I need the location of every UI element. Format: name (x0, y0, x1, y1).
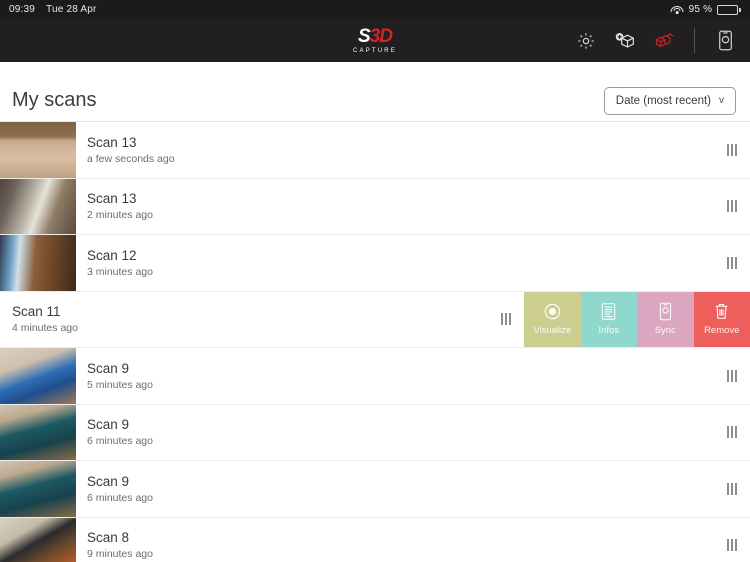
scan-thumbnail[interactable] (0, 178, 76, 234)
scan-title: Scan 9 (87, 417, 130, 433)
scan-row-body: Scan 9 5 minutes ago (76, 348, 714, 404)
logo-3d-text: 3D (369, 26, 393, 47)
logo-s-text: S (358, 26, 371, 47)
add-3d-object-icon[interactable] (614, 30, 636, 52)
scan-row[interactable]: Scan 9 5 minutes ago (0, 348, 750, 405)
swipe-action-visualize-button[interactable]: Visualize (524, 291, 581, 347)
page-header: My scans Date (most recent) v (0, 80, 750, 122)
scan-timestamp: 6 minutes ago (87, 491, 153, 504)
chevron-down-icon: v (719, 95, 724, 106)
drag-handle-icon (727, 426, 737, 439)
drag-handle-icon (727, 482, 737, 495)
scan-stack-icon[interactable] (653, 30, 675, 52)
scan-row[interactable]: Scan 12 3 minutes ago (0, 235, 750, 292)
swipe-action-label: Remove (704, 325, 740, 337)
row-drag-handle[interactable] (714, 348, 750, 404)
status-bar: 09:39 Tue 28 Apr 95 % (0, 0, 750, 19)
scan-row-body: Scan 8 9 minutes ago (76, 518, 714, 562)
row-drag-handle[interactable] (714, 518, 750, 562)
drag-handle-icon (727, 143, 737, 156)
status-bar-right: 95 % (670, 4, 741, 15)
scan-row[interactable]: Scan 9 6 minutes ago (0, 404, 750, 461)
row-drag-handle[interactable] (714, 179, 750, 235)
scan-thumbnail[interactable] (0, 122, 76, 178)
scan-list: Scan 13 a few seconds ago Scan 13 2 minutes… (0, 122, 750, 562)
row-drag-handle[interactable] (488, 292, 524, 348)
scan-timestamp: 4 minutes ago (12, 322, 78, 335)
scan-row[interactable]: Scan 11 4 minutes ago Visualize Infos Sync Re… (0, 291, 750, 348)
swipe-action-label: Infos (598, 325, 620, 337)
infos-document-icon (599, 302, 618, 321)
scan-timestamp: 3 minutes ago (87, 265, 153, 278)
scan-timestamp: 5 minutes ago (87, 378, 153, 391)
scan-title: Scan 9 (87, 360, 130, 376)
page-title: My scans (12, 89, 97, 111)
scan-row-body: Scan 13 a few seconds ago (76, 122, 714, 178)
status-time: 09:39 (9, 4, 36, 15)
scan-thumbnail[interactable] (0, 348, 76, 404)
logo-subtitle: CAPTURE (352, 48, 398, 54)
row-drag-handle[interactable] (714, 405, 750, 461)
drag-handle-icon (727, 256, 737, 269)
scan-row-body: Scan 13 2 minutes ago (76, 179, 714, 235)
row-drag-handle[interactable] (714, 235, 750, 291)
swipe-action-sync-button[interactable]: Sync (637, 291, 694, 347)
device-phone-icon[interactable] (714, 30, 736, 52)
app-bar: S 3D CAPTURE (0, 19, 750, 62)
scan-timestamp: 6 minutes ago (87, 435, 153, 448)
swipe-action-infos-button[interactable]: Infos (580, 291, 637, 347)
scan-title: Scan 12 (87, 247, 137, 263)
sync-phone-icon (656, 302, 675, 321)
scan-title: Scan 8 (87, 530, 130, 546)
drag-handle-icon (727, 539, 737, 552)
scan-row[interactable]: Scan 8 9 minutes ago (0, 517, 750, 562)
scan-row-body: Scan 11 4 minutes ago (0, 292, 250, 348)
settings-gear-icon[interactable] (575, 30, 597, 52)
swipe-spacer (250, 292, 488, 348)
drag-handle-icon (501, 313, 511, 326)
remove-trash-icon (712, 302, 731, 321)
row-drag-handle[interactable] (714, 122, 750, 178)
swipe-action-label: Visualize (533, 325, 572, 337)
scan-row-body: Scan 12 3 minutes ago (76, 235, 714, 291)
scan-thumbnail[interactable] (0, 404, 76, 460)
battery-percent-label: 95 % (688, 4, 713, 15)
scan-row-body: Scan 9 6 minutes ago (76, 405, 714, 461)
scan-thumbnail[interactable] (0, 461, 76, 517)
scan-title: Scan 11 (12, 304, 61, 320)
scan-thumbnail[interactable] (0, 517, 76, 562)
row-drag-handle[interactable] (714, 461, 750, 517)
sort-dropdown[interactable]: Date (most recent) v (603, 86, 736, 115)
status-date: Tue 28 Apr (46, 4, 97, 15)
scan-row[interactable]: Scan 9 6 minutes ago (0, 461, 750, 518)
visualize-circle-icon (543, 302, 562, 321)
scan-row-body: Scan 9 6 minutes ago (76, 461, 714, 517)
scan-title: Scan 9 (87, 473, 130, 489)
sort-dropdown-value: Date (most recent) (615, 94, 711, 107)
scan-timestamp: a few seconds ago (87, 152, 175, 165)
swipe-action-remove-button[interactable]: Remove (693, 291, 750, 347)
swipe-action-label: Sync (654, 325, 676, 337)
drag-handle-icon (727, 369, 737, 382)
status-bar-left: 09:39 Tue 28 Apr (9, 4, 97, 15)
scan-thumbnail[interactable] (0, 235, 76, 291)
wifi-icon (670, 5, 684, 15)
scan-title: Scan 13 (87, 191, 137, 207)
scan-timestamp: 2 minutes ago (87, 209, 153, 222)
drag-handle-icon (727, 200, 737, 213)
swipe-actions: Visualize Infos Sync Remove (524, 291, 750, 347)
scan-row[interactable]: Scan 13 2 minutes ago (0, 178, 750, 235)
scan-title: Scan 13 (87, 134, 137, 150)
app-bar-actions (575, 28, 736, 53)
scan-timestamp: 9 minutes ago (87, 548, 153, 561)
battery-icon (717, 4, 741, 15)
scan-row[interactable]: Scan 13 a few seconds ago (0, 122, 750, 179)
app-bar-divider (694, 28, 695, 53)
